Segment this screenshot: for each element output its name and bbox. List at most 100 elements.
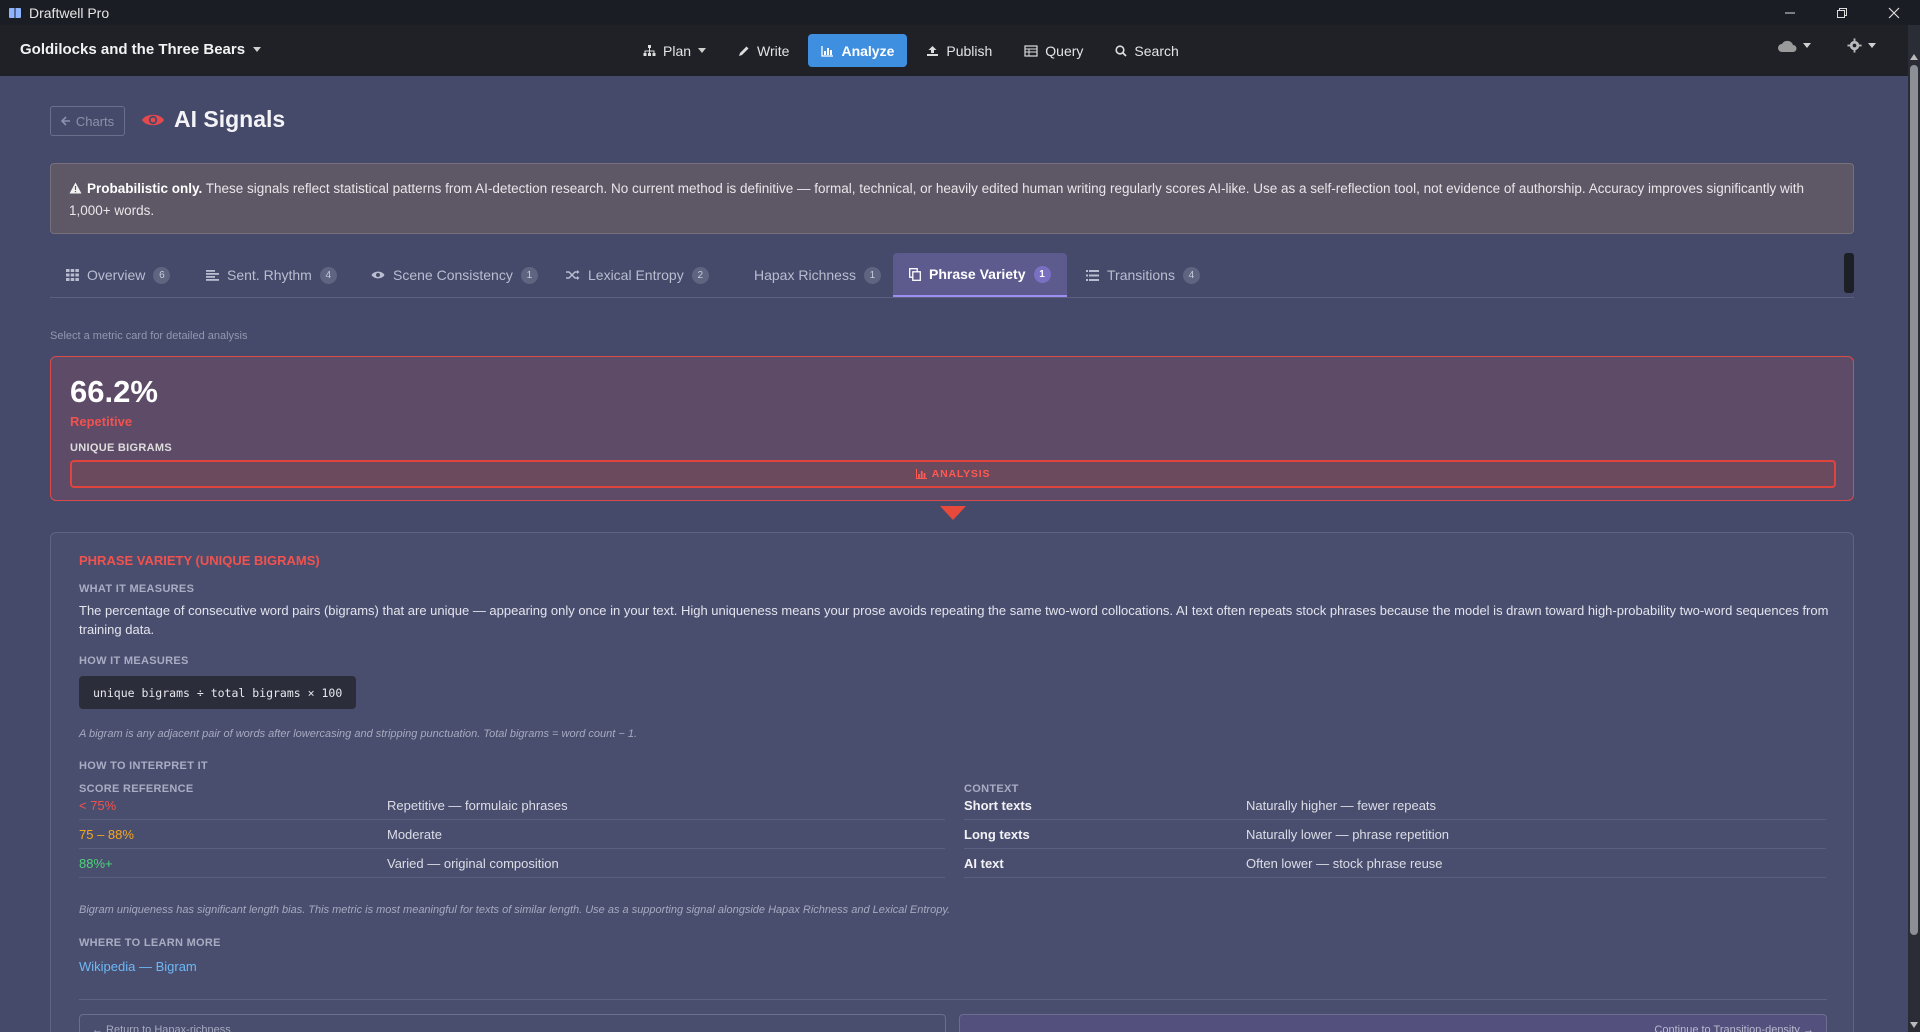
score-ref-row: 75 – 88% Moderate	[79, 820, 945, 849]
list-icon	[1086, 269, 1099, 281]
nav-publish-button[interactable]: Publish	[913, 34, 1005, 67]
page-title-text: AI Signals	[174, 106, 286, 132]
tab-phrase-variety-label: Phrase Variety	[929, 266, 1026, 282]
metric-value: 66.2%	[70, 374, 158, 409]
tab-lexical-entropy-label: Lexical Entropy	[588, 267, 684, 283]
score-ref-row: 88%+ Varied — original composition	[79, 849, 945, 878]
app-name: Draftwell Pro	[29, 4, 110, 21]
detail-panel: PHRASE VARIETY (UNIQUE BIGRAMS) WHAT IT …	[50, 532, 1854, 1032]
nav-query-button[interactable]: Query	[1011, 34, 1096, 67]
chevron-down-icon	[1868, 43, 1876, 48]
eye-icon	[142, 114, 164, 125]
document-title-dropdown[interactable]: Goldilocks and the Three Bears	[20, 41, 262, 58]
grid-icon	[66, 269, 79, 281]
score-desc: Repetitive — formulaic phrases	[387, 797, 568, 813]
tab-phrase-variety-count: 1	[1033, 265, 1051, 283]
tab-sent-rhythm-label: Sent. Rhythm	[227, 267, 312, 283]
interpret-heading: HOW TO INTERPRET IT	[79, 760, 208, 772]
detail-title: PHRASE VARIETY (UNIQUE BIGRAMS)	[79, 553, 320, 568]
tab-overview-count: 6	[153, 266, 171, 284]
page-title: AI Signals	[141, 106, 285, 133]
app-book-icon	[7, 5, 23, 21]
return-to-hapax-button[interactable]: ← Return to Hapax-richness	[79, 1014, 946, 1032]
context-key: Short texts	[964, 797, 1032, 813]
tab-overview[interactable]: Overview 6	[50, 253, 186, 297]
shuffle-icon	[566, 270, 580, 280]
close-button[interactable]	[1868, 0, 1920, 25]
chevron-down-icon	[698, 48, 707, 53]
analysis-button-label: ANALYSIS	[931, 468, 991, 480]
tab-transitions-label: Transitions	[1107, 267, 1175, 283]
nav-write-button[interactable]: Write	[725, 34, 802, 67]
context-row: Short texts Naturally higher — fewer rep…	[964, 791, 1826, 820]
tab-phrase-variety[interactable]: Phrase Variety 1	[893, 253, 1067, 297]
tab-sent-rhythm[interactable]: Sent. Rhythm 4	[190, 253, 353, 297]
minimize-button[interactable]	[1764, 0, 1816, 25]
chevron-down-icon	[253, 47, 262, 52]
restore-button[interactable]	[1816, 0, 1868, 25]
score-range: 75 – 88%	[79, 826, 134, 842]
nav-search-button[interactable]: Search	[1102, 34, 1191, 67]
wikipedia-bigram-link[interactable]: Wikipedia — Bigram	[79, 959, 197, 974]
tab-scene-consistency-label: Scene Consistency	[393, 267, 513, 283]
metric-tabs: Overview 6 Sent. Rhythm 4 Scene Consiste…	[50, 253, 1854, 298]
warning-text: These signals reflect statistical patter…	[69, 181, 1805, 218]
formula-code: unique bigrams ÷ total bigrams × 100	[79, 676, 357, 709]
cloud-sync-dropdown[interactable]	[1777, 38, 1811, 53]
nav-analyze-button[interactable]: Analyze	[808, 34, 908, 67]
scroll-down-arrow[interactable]	[1910, 1022, 1918, 1028]
scroll-thumb[interactable]	[1910, 65, 1918, 935]
continue-to-transitions-label: Continue to Transition-density →	[1654, 1024, 1814, 1032]
cloud-icon	[1778, 40, 1797, 52]
settings-dropdown[interactable]	[1847, 38, 1876, 53]
score-ref-row: < 75% Repetitive — formulaic phrases	[79, 791, 945, 820]
probabilistic-warning: Probabilistic only. These signals reflec…	[50, 163, 1854, 234]
tab-scene-consistency[interactable]: Scene Consistency 1	[355, 253, 554, 297]
context-desc: Often lower — stock phrase reuse	[1246, 855, 1443, 871]
back-button-label: Charts	[75, 113, 115, 129]
top-navigation: Goldilocks and the Three Bears Plan Writ…	[0, 25, 1920, 76]
pencil-icon	[739, 46, 749, 56]
nav-plan-button[interactable]: Plan	[630, 34, 719, 67]
eye-icon	[371, 271, 385, 279]
metric-hint: Select a metric card for detailed analys…	[50, 330, 248, 342]
chevron-down-icon	[1803, 43, 1811, 48]
metric-level: Repetitive	[70, 414, 133, 429]
score-desc: Moderate	[387, 826, 442, 842]
length-bias-note: Bigram uniqueness has significant length…	[79, 904, 951, 916]
continue-to-transitions-button[interactable]: Continue to Transition-density →	[959, 1014, 1827, 1032]
arrow-left-icon	[60, 116, 70, 126]
learn-more-heading: WHERE TO LEARN MORE	[79, 937, 221, 949]
scroll-up-arrow[interactable]	[1910, 54, 1918, 60]
sitemap-icon	[643, 45, 656, 56]
warning-bold: Probabilistic only.	[87, 181, 203, 196]
tab-transitions[interactable]: Transitions 4	[1070, 253, 1216, 297]
page-scrollbar[interactable]	[1908, 25, 1920, 1032]
nav-write-label: Write	[757, 42, 790, 59]
tab-hapax-richness-count: 1	[863, 266, 881, 284]
tab-hapax-richness[interactable]: Hapax Richness 1	[738, 253, 897, 297]
tab-transitions-count: 4	[1182, 266, 1200, 284]
score-range: < 75%	[79, 797, 117, 813]
what-heading: WHAT IT MEASURES	[79, 583, 195, 595]
context-key: AI text	[964, 855, 1004, 871]
table-icon	[1024, 44, 1038, 57]
return-to-hapax-label: ← Return to Hapax-richness	[92, 1024, 231, 1032]
detail-pointer-arrow	[940, 506, 966, 520]
bar-chart-icon	[915, 469, 927, 479]
tab-scroll-handle[interactable]	[1844, 253, 1854, 293]
window-titlebar: Draftwell Pro	[0, 0, 1920, 25]
formula-note: A bigram is any adjacent pair of words a…	[79, 728, 638, 740]
search-icon	[1115, 44, 1128, 57]
tab-lexical-entropy[interactable]: Lexical Entropy 2	[550, 253, 725, 297]
tab-lexical-entropy-count: 2	[691, 266, 709, 284]
bar-chart-icon	[821, 45, 834, 57]
context-row: Long texts Naturally lower — phrase repe…	[964, 820, 1826, 849]
context-desc: Naturally higher — fewer repeats	[1246, 797, 1437, 813]
tab-scene-consistency-count: 1	[520, 266, 538, 284]
phrase-variety-metric-card[interactable]: 66.2% Repetitive UNIQUE BIGRAMS ANALYSIS	[50, 356, 1854, 501]
what-text: The percentage of consecutive word pairs…	[79, 603, 1829, 637]
analysis-button[interactable]: ANALYSIS	[70, 460, 1836, 488]
back-to-charts-button[interactable]: Charts	[50, 106, 125, 136]
restore-icon	[1837, 7, 1847, 18]
